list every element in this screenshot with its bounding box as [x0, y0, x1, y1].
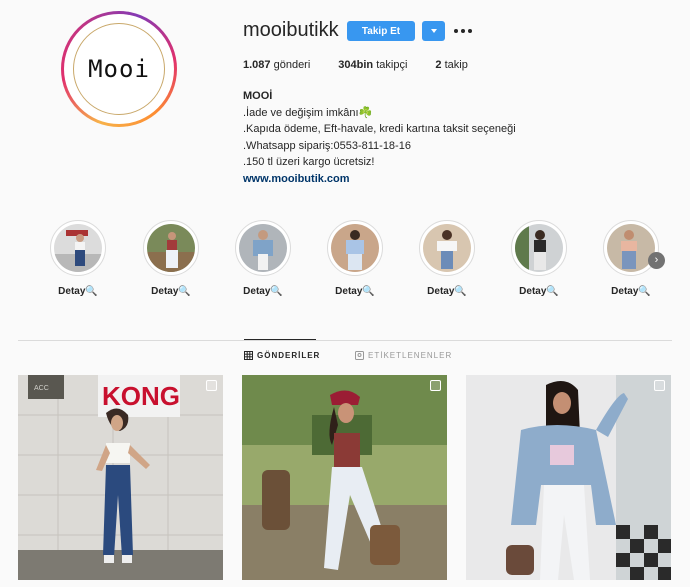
- profile-stats: 1.087 gönderi 304bin takipçi 2 takip: [243, 59, 496, 71]
- tagged-icon: [355, 351, 364, 360]
- highlight-thumbnail: [515, 224, 563, 272]
- highlight-ring: [603, 220, 659, 276]
- highlight-label: Detay🔍: [611, 286, 651, 297]
- highlight-item[interactable]: Detay🔍: [233, 220, 293, 297]
- posts-label: gönderi: [273, 59, 311, 71]
- followers-label: takipçi: [376, 59, 408, 71]
- stat-posts: 1.087 gönderi: [243, 59, 310, 71]
- stat-following[interactable]: 2 takip: [435, 59, 467, 71]
- more-options-button[interactable]: [452, 21, 474, 41]
- highlight-label: Detay🔍: [58, 286, 98, 297]
- stat-followers[interactable]: 304bin takipçi: [338, 59, 407, 71]
- highlight-ring: [511, 220, 567, 276]
- highlight-thumbnail: [607, 224, 655, 272]
- highlight-label: Detay🔍: [335, 286, 375, 297]
- bio-line: .Kapıda ödeme, Eft-havale, kredi kartına…: [243, 123, 516, 135]
- following-label: takip: [444, 59, 468, 71]
- more-dot-icon: [454, 29, 458, 33]
- bio-line: .150 tl üzeri kargo ücretsiz!: [243, 156, 375, 168]
- more-dot-icon: [468, 29, 472, 33]
- highlight-ring: [327, 220, 383, 276]
- highlight-thumbnail: [147, 224, 195, 272]
- highlights-next-button[interactable]: ›: [648, 252, 665, 269]
- highlight-item[interactable]: Detay🔍: [417, 220, 477, 297]
- highlight-thumbnail: [54, 224, 102, 272]
- highlight-item[interactable]: Detay🔍: [141, 220, 201, 297]
- bio-line: .İade ve değişim imkânı☘️: [243, 106, 373, 119]
- highlight-label: Detay🔍: [243, 286, 283, 297]
- bio-website-link[interactable]: www.mooibutik.com: [243, 173, 350, 185]
- story-highlights: Detay🔍 Detay🔍 Detay🔍 Detay🔍 Detay🔍 Detay…: [0, 220, 690, 310]
- following-count: 2: [435, 59, 442, 71]
- post-sign-text: KONG: [102, 381, 180, 411]
- profile-avatar[interactable]: Mooi: [61, 11, 177, 127]
- avatar-logo-text: Mooi: [88, 55, 150, 83]
- multi-photo-icon: [654, 380, 665, 391]
- highlight-ring: [419, 220, 475, 276]
- post-thumbnail[interactable]: [466, 375, 671, 580]
- chevron-down-icon: [430, 29, 437, 33]
- highlight-label: Detay🔍: [151, 286, 191, 297]
- chevron-right-icon: ›: [654, 254, 659, 266]
- highlight-ring: [143, 220, 199, 276]
- post-sign-small: ACC: [34, 385, 49, 392]
- highlight-ring: [235, 220, 291, 276]
- avatar-inner: Mooi: [64, 14, 174, 124]
- highlight-thumbnail: [331, 224, 379, 272]
- grid-icon: [244, 351, 253, 360]
- highlight-label: Detay🔍: [519, 286, 559, 297]
- multi-photo-icon: [430, 380, 441, 391]
- posts-count: 1.087: [243, 59, 271, 71]
- highlight-label: Detay🔍: [427, 286, 467, 297]
- multi-photo-icon: [206, 380, 217, 391]
- highlight-ring: [50, 220, 106, 276]
- post-thumbnail[interactable]: KONG ACC: [18, 375, 223, 580]
- bio-name: MOOİ: [243, 90, 273, 102]
- highlight-thumbnail: [239, 224, 287, 272]
- highlight-thumbnail: [423, 224, 471, 272]
- avatar-logo: Mooi: [73, 23, 165, 115]
- followers-count: 304bin: [338, 59, 374, 71]
- post-thumbnail[interactable]: [242, 375, 447, 580]
- tab-posts-label: GÖNDERİLER: [257, 351, 321, 360]
- follow-button[interactable]: Takip Et: [347, 21, 415, 41]
- active-tab-indicator: [244, 339, 316, 340]
- suggestions-dropdown-button[interactable]: [422, 21, 445, 41]
- tab-posts[interactable]: GÖNDERİLER: [244, 351, 320, 360]
- profile-bio: MOOİ .İade ve değişim imkânı☘️ .Kapıda ö…: [243, 88, 516, 187]
- highlight-item[interactable]: Detay🔍: [48, 220, 108, 297]
- profile-username: mooibutikk: [243, 19, 339, 41]
- more-dot-icon: [461, 29, 465, 33]
- highlight-item[interactable]: Detay🔍: [509, 220, 569, 297]
- tabs-divider: [18, 340, 672, 341]
- tab-tagged-label: ETİKETLENENLER: [368, 351, 453, 360]
- tab-tagged[interactable]: ETİKETLENENLER: [355, 351, 452, 360]
- bio-line: .Whatsapp sipariş:0553-811-18-16: [243, 139, 411, 152]
- highlight-item[interactable]: Detay🔍: [325, 220, 385, 297]
